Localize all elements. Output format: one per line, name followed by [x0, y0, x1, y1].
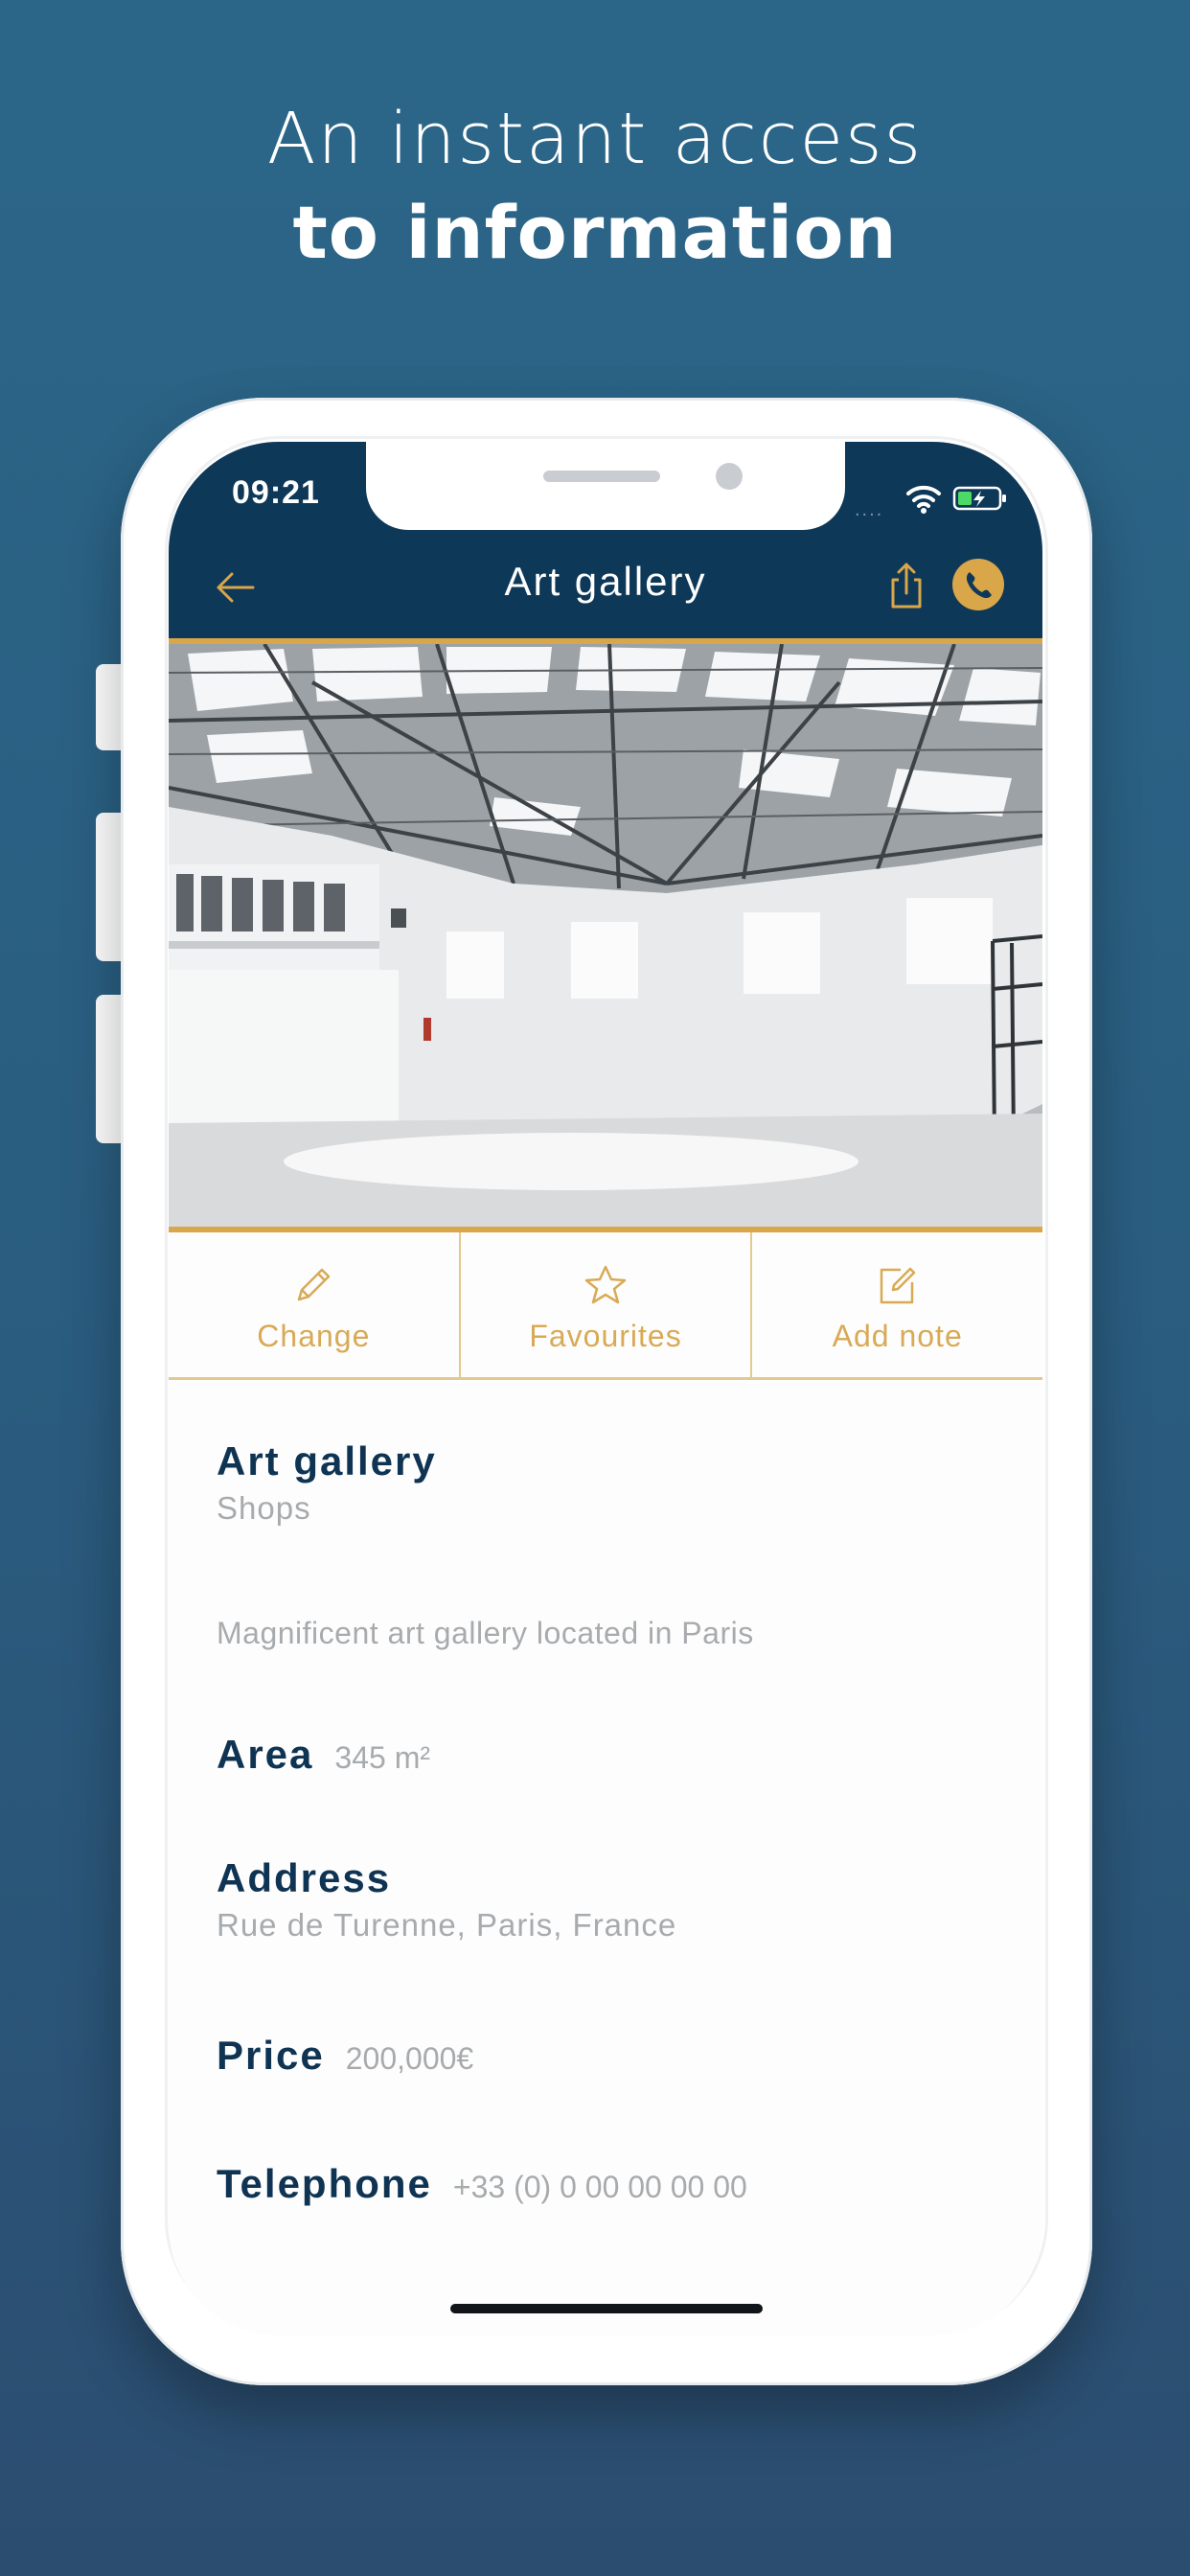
listing-header: Art gallery Shops [217, 1438, 437, 1527]
price-label: Price [217, 2033, 325, 2078]
area-label: Area [217, 1732, 314, 1777]
add-note-button[interactable]: Add note [750, 1232, 1042, 1377]
listing-category: Shops [217, 1490, 311, 1526]
status-bar: 09:21 .... Art gallery [169, 442, 1042, 643]
promo-headline: An instant access to information [0, 91, 1190, 279]
address-row: Address Rue de Turenne, Paris, France [217, 1855, 676, 1944]
address-label: Address [217, 1855, 392, 1900]
address-value: Rue de Turenne, Paris, France [217, 1907, 677, 1943]
volume-down-button [96, 995, 123, 1143]
telephone-row[interactable]: Telephone +33 (0) 0 00 00 00 00 [217, 2161, 747, 2207]
signal-icon: .... [855, 499, 884, 520]
share-icon[interactable] [878, 557, 935, 614]
home-indicator[interactable] [450, 2304, 763, 2313]
price-value: 200,000€ [345, 2041, 474, 2076]
mute-switch [96, 664, 123, 750]
gallery-photo [169, 638, 1042, 1232]
telephone-label: Telephone [217, 2161, 432, 2206]
notch [366, 442, 845, 530]
volume-up-button [96, 813, 123, 961]
phone-icon [966, 572, 992, 599]
add-note-label: Add note [832, 1319, 963, 1353]
front-camera [716, 463, 743, 490]
favourites-label: Favourites [529, 1319, 682, 1353]
listing-description: Magnificent art gallery located in Paris [217, 1616, 754, 1650]
phone-screen: 09:21 .... Art gallery Change Favourites… [169, 442, 1042, 2335]
gallery-interior-illustration [169, 644, 1042, 1227]
price-row: Price 200,000€ [217, 2033, 473, 2079]
speaker-grille [543, 471, 660, 482]
nav-bar: Art gallery [169, 530, 1042, 643]
arrow-left-icon[interactable] [207, 559, 264, 616]
listing-title: Art gallery [217, 1438, 437, 1484]
headline-line-2: to information [292, 190, 898, 275]
favourites-button[interactable]: Favourites [458, 1232, 751, 1377]
edit-note-icon [880, 1267, 915, 1304]
call-button[interactable] [952, 559, 1004, 610]
area-row: Area 345 m² [217, 1732, 430, 1778]
action-bar: Change Favourites Add note [169, 1232, 1042, 1380]
change-label: Change [257, 1319, 371, 1353]
pencil-icon [298, 1268, 331, 1301]
listing-description-row: Magnificent art gallery located in Paris [217, 1616, 754, 1651]
page-title: Art gallery [504, 559, 707, 604]
status-time: 09:21 [232, 474, 320, 511]
telephone-value[interactable]: +33 (0) 0 00 00 00 00 [453, 2170, 747, 2204]
area-value: 345 m² [334, 1740, 430, 1775]
wifi-icon [906, 485, 941, 514]
headline-line-1: An instant access [266, 98, 924, 180]
battery-charging-icon [952, 486, 1006, 511]
star-icon [584, 1265, 627, 1304]
change-button[interactable]: Change [169, 1232, 459, 1377]
